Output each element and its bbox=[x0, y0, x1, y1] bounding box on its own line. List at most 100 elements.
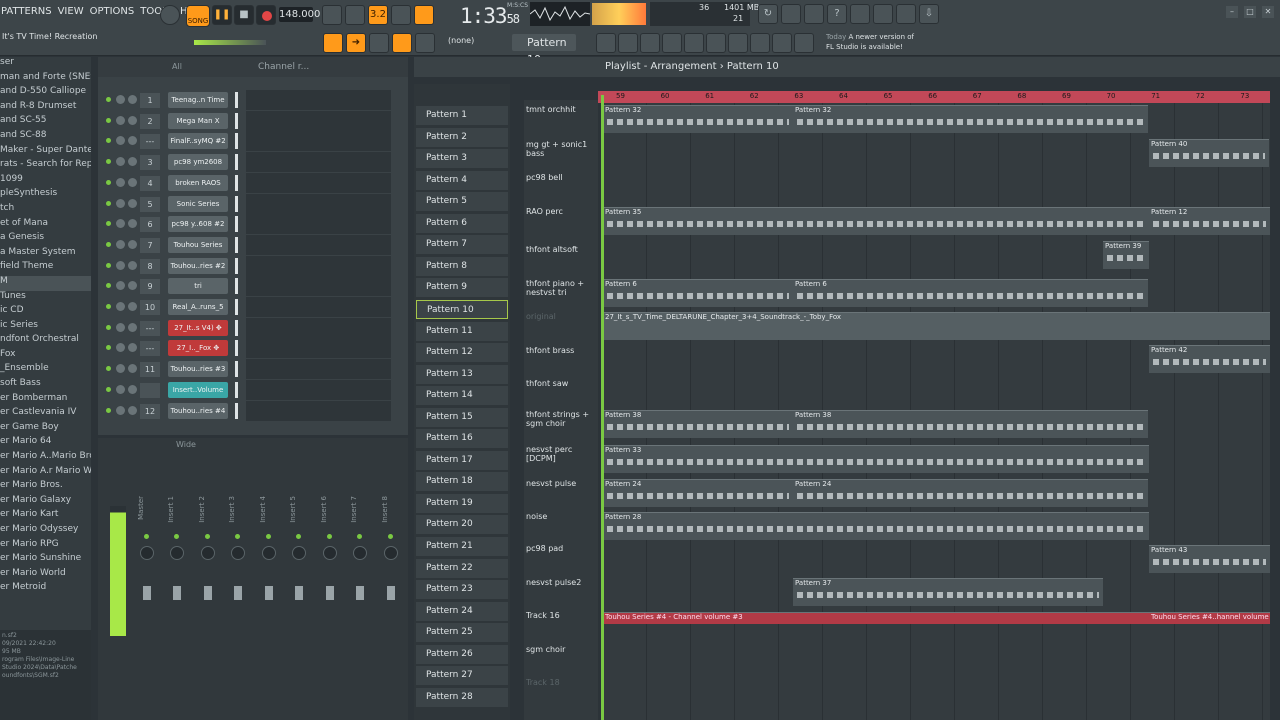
channel-row[interactable]: 10 Real_A..runs_5 bbox=[98, 297, 408, 317]
stop-button[interactable]: ■ bbox=[234, 5, 254, 25]
insert-pan-knob[interactable] bbox=[231, 546, 245, 560]
playlist-clip[interactable]: Pattern 35 bbox=[603, 207, 1149, 235]
channel-name-button[interactable]: tri bbox=[168, 278, 228, 295]
insert-fader[interactable] bbox=[203, 586, 212, 600]
download-icon[interactable]: ⇩ bbox=[919, 4, 939, 24]
channel-name-button[interactable]: Touhou Series bbox=[168, 236, 228, 253]
channel-row[interactable]: 5 Sonic Series bbox=[98, 193, 408, 214]
mixer-insert-strip[interactable]: Insert 5 bbox=[286, 456, 312, 711]
browser-item[interactable]: er Mario Odyssey bbox=[0, 524, 91, 539]
track-name[interactable]: thfont strings + sgm choir bbox=[526, 410, 598, 428]
browser-item[interactable]: man and Forte (SNES) bbox=[0, 72, 91, 87]
channel-name-button[interactable]: Touhou..ries #2 bbox=[168, 257, 228, 274]
channel-mixer-track[interactable]: 9 bbox=[140, 279, 160, 295]
pan-knob[interactable] bbox=[116, 157, 125, 167]
pan-knob[interactable] bbox=[116, 322, 125, 332]
channel-row[interactable]: 4 broken RAOS bbox=[98, 172, 408, 193]
channel-step-sequencer[interactable] bbox=[246, 297, 391, 317]
track-name[interactable]: Track 16 bbox=[526, 611, 598, 620]
shop-icon[interactable] bbox=[794, 33, 814, 53]
pattern-item[interactable]: Pattern 3 bbox=[416, 149, 508, 169]
volume-knob[interactable] bbox=[128, 343, 137, 353]
track-name[interactable]: thfont saw bbox=[526, 379, 598, 388]
playlist-clip[interactable]: Pattern 6 bbox=[793, 279, 1148, 307]
track-name[interactable]: nesvst pulse bbox=[526, 479, 598, 488]
insert-fader[interactable] bbox=[325, 586, 334, 600]
channel-enable-led[interactable] bbox=[106, 179, 111, 185]
browser-item[interactable]: Fox bbox=[0, 349, 91, 364]
browser-item[interactable]: Maker - Super Dante bbox=[0, 145, 91, 160]
channel-select-indicator[interactable] bbox=[235, 112, 238, 129]
volume-knob[interactable] bbox=[128, 281, 137, 291]
channel-mixer-track[interactable]: 6 bbox=[140, 217, 160, 233]
channel-step-sequencer[interactable] bbox=[246, 317, 391, 338]
close-icon[interactable]: ✕ bbox=[1262, 6, 1274, 18]
record-button[interactable] bbox=[256, 5, 276, 25]
track-name[interactable]: pc98 pad bbox=[526, 544, 598, 553]
channel-step-sequencer[interactable] bbox=[246, 90, 391, 110]
stamp-icon[interactable] bbox=[415, 33, 435, 53]
insert-enable-led[interactable] bbox=[387, 534, 393, 539]
playhead[interactable] bbox=[601, 95, 604, 720]
channel-select-indicator[interactable] bbox=[235, 154, 238, 171]
channel-name-button[interactable]: Mega Man X bbox=[168, 112, 228, 129]
browser-item[interactable]: ser bbox=[0, 57, 91, 72]
pattern-item[interactable]: Pattern 5 bbox=[416, 192, 508, 212]
playlist-clip[interactable]: Pattern 24 bbox=[603, 479, 793, 507]
mixer-master-strip[interactable] bbox=[102, 456, 134, 711]
mixer-master-channel[interactable]: Master bbox=[134, 456, 160, 711]
channel-row[interactable]: 1 Teenag..n Time bbox=[98, 90, 408, 110]
browser-item[interactable]: pleSynthesis bbox=[0, 188, 91, 203]
mixer-view-icon[interactable] bbox=[684, 33, 704, 53]
insert-enable-led[interactable] bbox=[357, 534, 362, 539]
playlist-clip[interactable]: Pattern 32 bbox=[603, 105, 793, 133]
channel-mixer-track[interactable]: --- bbox=[140, 320, 160, 336]
tempo-display[interactable]: 148.000 bbox=[279, 7, 320, 22]
channel-enable-led[interactable] bbox=[106, 304, 111, 309]
channel-name-button[interactable]: Touhou..ries #4 bbox=[168, 402, 228, 419]
mixer-insert-strip[interactable]: Insert 1 bbox=[164, 456, 190, 711]
pan-knob[interactable] bbox=[116, 219, 125, 229]
song-mode-button[interactable]: SONG bbox=[186, 5, 210, 27]
minimize-icon[interactable]: – bbox=[1226, 6, 1238, 18]
insert-pan-knob[interactable] bbox=[170, 546, 184, 560]
browser-item[interactable]: er Mario Bros. bbox=[0, 480, 91, 495]
pattern-item[interactable]: Pattern 24 bbox=[416, 601, 508, 621]
channel-row[interactable]: --- FinalF..syMQ #2 bbox=[98, 131, 408, 152]
channel-enable-led[interactable] bbox=[106, 138, 111, 144]
link-icon[interactable] bbox=[392, 33, 412, 53]
mixer-icon[interactable] bbox=[781, 4, 801, 24]
playlist-clip[interactable]: Pattern 32 bbox=[793, 105, 1148, 133]
channel-name-button[interactable]: FinalF..syMQ #2 bbox=[168, 133, 228, 150]
play-button[interactable]: ❚❚ bbox=[212, 5, 232, 25]
channel-select-indicator[interactable] bbox=[235, 92, 238, 108]
channel-mixer-track[interactable] bbox=[140, 382, 160, 398]
save-icon[interactable] bbox=[850, 4, 870, 24]
volume-knob[interactable] bbox=[128, 115, 137, 125]
browser-item[interactable]: er Mario A.r Mario World bbox=[0, 466, 91, 481]
arrow-icon[interactable]: ➜ bbox=[346, 33, 366, 53]
track-name[interactable]: noise bbox=[526, 512, 598, 521]
pattern-item[interactable]: Pattern 20 bbox=[416, 515, 508, 535]
browser-item[interactable]: _Ensemble bbox=[0, 363, 91, 378]
pattern-item[interactable]: Pattern 22 bbox=[416, 558, 508, 578]
playlist-clip[interactable]: Pattern 42 bbox=[1149, 345, 1270, 373]
channel-select-indicator[interactable] bbox=[235, 381, 238, 398]
track-name[interactable]: nesvst pulse2 bbox=[526, 578, 598, 587]
channel-name-button[interactable]: 27_I.._Fox ✥ bbox=[168, 340, 228, 357]
master-pan-knob[interactable] bbox=[140, 546, 154, 560]
browser-item[interactable]: er Mario Sunshine bbox=[0, 553, 91, 568]
playlist-icon[interactable] bbox=[596, 33, 616, 53]
channel-select-indicator[interactable] bbox=[235, 278, 238, 295]
pat-song-toggle[interactable] bbox=[160, 5, 180, 25]
pattern-item[interactable]: Pattern 2 bbox=[416, 127, 508, 147]
snap-icon[interactable] bbox=[323, 33, 343, 53]
playlist-clip[interactable]: Pattern 39 bbox=[1103, 241, 1149, 269]
pan-knob[interactable] bbox=[116, 136, 125, 146]
pattern-item[interactable]: Pattern 27 bbox=[416, 666, 508, 686]
browser-item[interactable]: er Mario A..Mario Bros. 3 bbox=[0, 451, 91, 466]
browser-item[interactable]: ic Series bbox=[0, 320, 91, 335]
pan-knob[interactable] bbox=[116, 405, 125, 415]
pan-knob[interactable] bbox=[116, 95, 125, 104]
channel-enable-led[interactable] bbox=[106, 117, 111, 123]
